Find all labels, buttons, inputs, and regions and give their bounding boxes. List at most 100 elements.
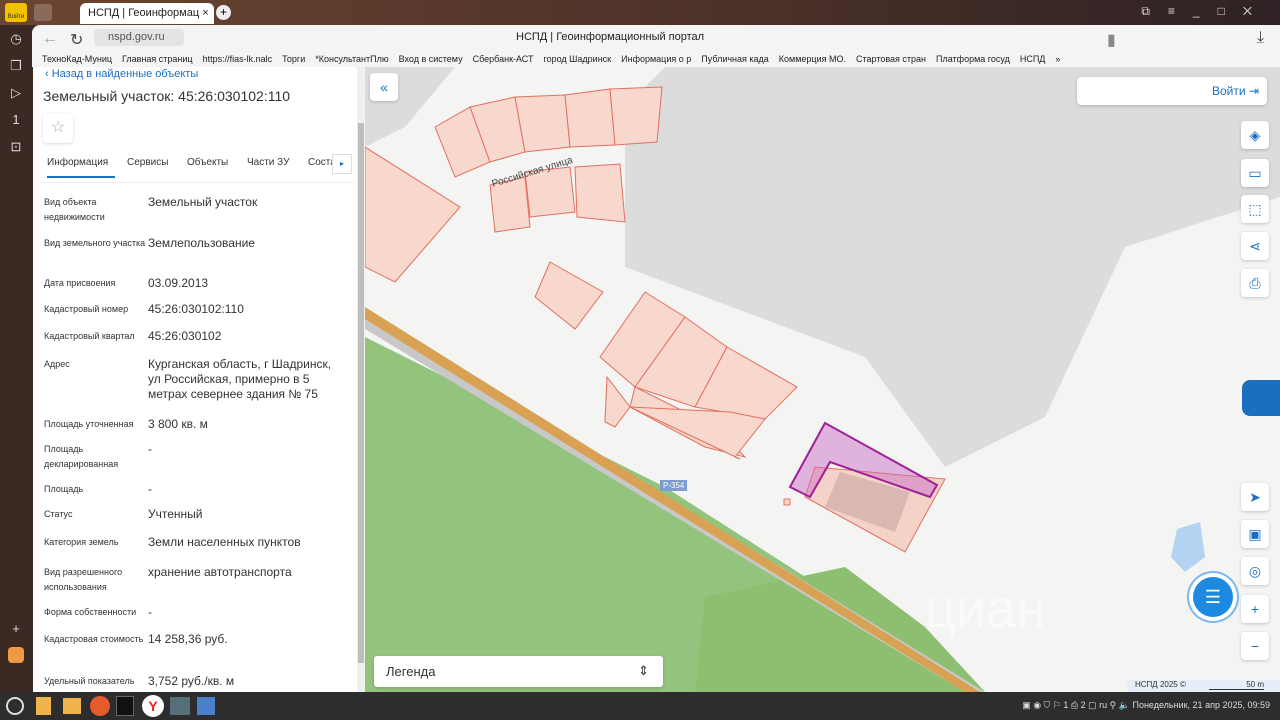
tab-objects[interactable]: Объекты bbox=[187, 157, 228, 168]
history-icon[interactable]: ◷ bbox=[0, 25, 32, 52]
field-label: Площадь уточненная bbox=[44, 419, 134, 429]
minimap-button[interactable]: ▣ bbox=[1241, 520, 1269, 548]
locate-button[interactable]: ➤ bbox=[1241, 483, 1269, 511]
favorite-button[interactable]: ☆ bbox=[43, 113, 73, 143]
tabs-counter[interactable] bbox=[34, 4, 52, 21]
bookmarks-bar: ТехноКад-Муниц Главная страниц https://f… bbox=[32, 50, 1280, 67]
info-row: Вид земельного участка Землепользование bbox=[44, 236, 344, 251]
collections-icon[interactable]: ❐ bbox=[0, 52, 32, 79]
info-row: Кадастровый номер 45:26:030102:110 bbox=[44, 302, 344, 317]
info-row: Удельный показатель 3,752 руб./кв. м bbox=[44, 674, 344, 689]
browser-sidebar: ◷ ❐ ▷ 1 ⊡ + bbox=[0, 25, 32, 692]
print-button[interactable]: ⎙ bbox=[1241, 269, 1269, 297]
profile-button[interactable]: Войти bbox=[5, 3, 27, 22]
tabs: Информация Сервисы Объекты Части ЗУ Сост… bbox=[41, 154, 356, 183]
add-icon[interactable]: + bbox=[0, 615, 32, 642]
active-tab[interactable]: НСПД | Геоинформац × bbox=[80, 3, 214, 24]
firefox-icon[interactable] bbox=[90, 696, 110, 716]
bookmark[interactable]: Вход в систему bbox=[399, 54, 463, 64]
counter-icon[interactable]: 1 bbox=[0, 106, 32, 133]
url-field[interactable]: nspd.gov.ru bbox=[94, 29, 184, 46]
info-row: Площадь декларированная - bbox=[44, 442, 344, 472]
bookmark[interactable]: Публичная када bbox=[701, 54, 769, 64]
panel-scrollbar[interactable] bbox=[357, 67, 365, 692]
info-row: Категория земель Земли населенных пунктов bbox=[44, 535, 344, 550]
bookmark[interactable]: https://fias-lk.nalc bbox=[203, 54, 273, 64]
yandex-browser-icon[interactable]: Y bbox=[142, 695, 164, 717]
window-controls[interactable]: ⧉≡_□✕ bbox=[1141, 4, 1270, 19]
close-tab-icon[interactable]: × bbox=[202, 7, 208, 19]
bookmark[interactable]: *КонсультантПлю bbox=[315, 54, 388, 64]
scrollbar-thumb[interactable] bbox=[358, 123, 364, 663]
page-title: НСПД | Геоинформационный портал bbox=[516, 31, 705, 43]
parcel bbox=[564, 88, 616, 148]
workspace-2[interactable]: 2 bbox=[1081, 700, 1086, 710]
tabs-scroll-right[interactable]: ▸ bbox=[332, 154, 352, 174]
parcel bbox=[365, 146, 461, 283]
menu-icon[interactable] bbox=[6, 697, 24, 715]
bookmark[interactable]: Коммерция МО. bbox=[779, 54, 846, 64]
map-view[interactable]: Российская улица циан Р-354 « Войти ⇥ ◈ … bbox=[365, 67, 1280, 692]
field-value: - bbox=[148, 442, 152, 456]
attribution: НСПД 2025 © bbox=[1135, 680, 1186, 689]
app-icon[interactable] bbox=[8, 647, 24, 663]
bookmark[interactable]: НСПД bbox=[1020, 54, 1046, 64]
layers-button[interactable]: ◈ bbox=[1241, 121, 1269, 149]
geo-button[interactable]: ◎ bbox=[1241, 557, 1269, 585]
field-value: хранение автотранспорта bbox=[148, 565, 292, 579]
folder-icon[interactable] bbox=[63, 698, 81, 714]
info-panel: ‹ Назад в найденные объекты Земельный уч… bbox=[33, 67, 365, 692]
bookmark[interactable]: Сбербанк-АСТ bbox=[473, 54, 534, 64]
bookmark-icon[interactable]: ▮ bbox=[1107, 30, 1116, 50]
bookmark[interactable]: Торги bbox=[282, 54, 305, 64]
tab-parts[interactable]: Части ЗУ bbox=[247, 157, 289, 168]
terminal-icon[interactable] bbox=[116, 696, 134, 716]
bookmark[interactable]: Платформа госуд bbox=[936, 54, 1010, 64]
info-row: Адрес Курганская область, г Шадринск, ул … bbox=[44, 357, 344, 402]
login-button[interactable]: Войти ⇥ bbox=[1077, 77, 1267, 105]
legend-dropdown[interactable]: Легенда ⇕ bbox=[374, 656, 663, 687]
tab-services[interactable]: Сервисы bbox=[127, 157, 168, 168]
parcel bbox=[604, 375, 631, 428]
field-value: Учтенный bbox=[148, 507, 203, 521]
bookmark[interactable]: город Шадринск bbox=[544, 54, 612, 64]
bookmark[interactable]: Главная страниц bbox=[122, 54, 193, 64]
new-tab-button[interactable]: + bbox=[216, 5, 231, 20]
field-label: Кадастровая стоимость bbox=[44, 634, 144, 644]
bookmark[interactable]: Стартовая стран bbox=[856, 54, 926, 64]
clock[interactable]: Понедельник, 21 апр 2025, 09:59 bbox=[1132, 700, 1270, 710]
info-row: Кадастровый квартал 45:26:030102 bbox=[44, 329, 344, 344]
reload-icon[interactable]: ↻ bbox=[70, 30, 83, 50]
files-icon[interactable] bbox=[36, 697, 51, 715]
tray-icons[interactable]: ▣ ◉ ⛉ ⚐ bbox=[1022, 700, 1063, 710]
workspace-1[interactable]: 1 bbox=[1063, 700, 1068, 710]
bookmark[interactable]: Информация о р bbox=[621, 54, 691, 64]
screenshot-icon[interactable]: ⊡ bbox=[0, 133, 32, 160]
info-row: Форма собственности - bbox=[44, 605, 344, 620]
bookmark[interactable]: ТехноКад-Муниц bbox=[42, 54, 112, 64]
window-icon[interactable] bbox=[170, 697, 190, 715]
side-widget[interactable] bbox=[1242, 380, 1280, 416]
chat-button[interactable]: ☰ bbox=[1193, 577, 1233, 617]
collapse-panel-button[interactable]: « bbox=[370, 73, 398, 101]
ruler-button[interactable]: ▭ bbox=[1241, 159, 1269, 187]
back-link[interactable]: ‹ Назад в найденные объекты bbox=[45, 68, 198, 81]
more-bookmarks[interactable]: » bbox=[1055, 54, 1060, 64]
back-link-text: Назад в найденные объекты bbox=[51, 68, 199, 80]
map-canvas: Российская улица циан bbox=[365, 67, 1280, 692]
video-icon[interactable]: ▷ bbox=[0, 79, 32, 106]
object-title: Земельный участок: 45:26:030102:110 bbox=[43, 88, 291, 104]
download-icon[interactable]: ⤓ bbox=[1257, 29, 1264, 47]
field-value: Земли населенных пунктов bbox=[148, 535, 301, 549]
share-button[interactable]: ⋖ bbox=[1241, 232, 1269, 260]
field-label: Вид земельного участка bbox=[44, 238, 146, 248]
zoom-out-button[interactable]: − bbox=[1241, 632, 1269, 660]
mail-icon[interactable] bbox=[197, 697, 215, 715]
field-value: 45:26:030102 bbox=[148, 329, 222, 343]
keyboard-layout[interactable]: ru bbox=[1099, 700, 1107, 710]
zoom-in-button[interactable]: + bbox=[1241, 595, 1269, 623]
tab-info[interactable]: Информация bbox=[47, 157, 115, 178]
back-icon[interactable]: ← bbox=[42, 30, 58, 48]
parcel bbox=[514, 94, 571, 153]
select-area-button[interactable]: ⬚ bbox=[1241, 195, 1269, 223]
